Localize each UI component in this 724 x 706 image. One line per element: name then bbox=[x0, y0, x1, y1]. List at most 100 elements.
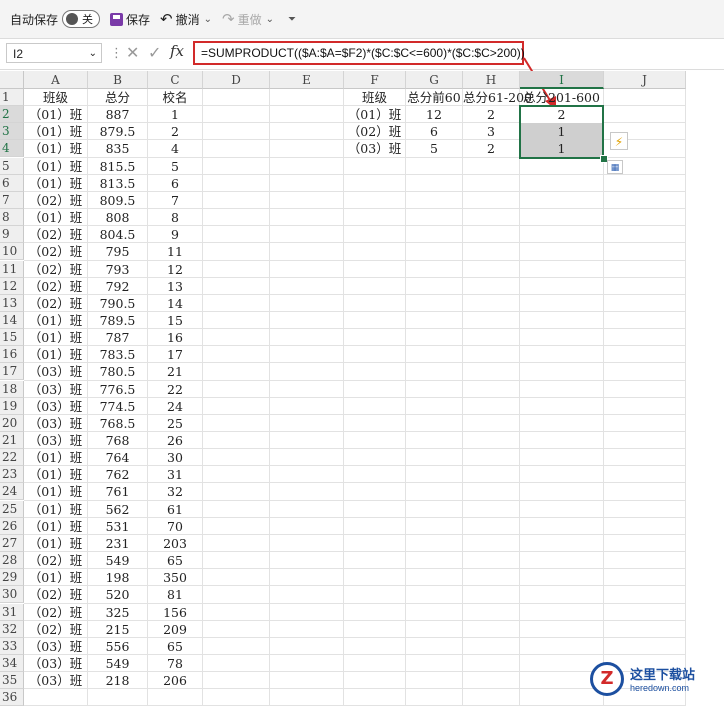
cell-B27[interactable]: 231 bbox=[88, 535, 147, 552]
cell-C5[interactable]: 5 bbox=[148, 158, 202, 175]
cell-B21[interactable]: 768 bbox=[88, 432, 147, 449]
cell-A15[interactable]: （01）班 bbox=[24, 329, 87, 346]
row-header[interactable]: 23 bbox=[0, 466, 24, 484]
cell-G3[interactable]: 6 bbox=[406, 123, 462, 140]
row-header[interactable]: 6 bbox=[0, 174, 24, 192]
cell-A18[interactable]: （03）班 bbox=[24, 381, 87, 398]
cell-A26[interactable]: （01）班 bbox=[24, 518, 87, 535]
cell-A16[interactable]: （01）班 bbox=[24, 346, 87, 363]
cell-B16[interactable]: 783.5 bbox=[88, 346, 147, 363]
cell-H4[interactable]: 2 bbox=[463, 140, 519, 157]
row-header[interactable]: 11 bbox=[0, 260, 24, 278]
cell-A13[interactable]: （02）班 bbox=[24, 295, 87, 312]
cell-F1[interactable]: 班级 bbox=[344, 89, 405, 106]
row-header[interactable]: 15 bbox=[0, 329, 24, 347]
cell-I1[interactable]: 总分201-600 bbox=[520, 89, 603, 106]
row-header[interactable]: 14 bbox=[0, 311, 24, 329]
column-header-A[interactable]: A bbox=[24, 71, 88, 89]
cell-C17[interactable]: 21 bbox=[148, 363, 202, 380]
row-header[interactable]: 10 bbox=[0, 243, 24, 261]
cell-B28[interactable]: 549 bbox=[88, 552, 147, 569]
cell-G1[interactable]: 总分前60 bbox=[406, 89, 462, 106]
cell-B25[interactable]: 562 bbox=[88, 501, 147, 518]
cell-C2[interactable]: 1 bbox=[148, 106, 202, 123]
cell-C29[interactable]: 350 bbox=[148, 569, 202, 586]
cell-C23[interactable]: 31 bbox=[148, 466, 202, 483]
cell-C6[interactable]: 6 bbox=[148, 175, 202, 192]
cell-B31[interactable]: 325 bbox=[88, 604, 147, 621]
cell-I4[interactable]: 1 bbox=[520, 140, 603, 158]
cell-A9[interactable]: （02）班 bbox=[24, 226, 87, 243]
row-header[interactable]: 26 bbox=[0, 517, 24, 535]
row-header[interactable]: 25 bbox=[0, 500, 24, 518]
row-header[interactable]: 33 bbox=[0, 637, 24, 655]
cell-B1[interactable]: 总分 bbox=[88, 89, 147, 106]
cell-C21[interactable]: 26 bbox=[148, 432, 202, 449]
cell-A35[interactable]: （03）班 bbox=[24, 672, 87, 689]
cell-A7[interactable]: （02）班 bbox=[24, 192, 87, 209]
cell-C33[interactable]: 65 bbox=[148, 638, 202, 655]
column-header-E[interactable]: E bbox=[270, 71, 344, 89]
row-header[interactable]: 24 bbox=[0, 483, 24, 501]
row-header[interactable]: 18 bbox=[0, 380, 24, 398]
row-header[interactable]: 17 bbox=[0, 363, 24, 381]
cell-A23[interactable]: （01）班 bbox=[24, 466, 87, 483]
cell-C31[interactable]: 156 bbox=[148, 604, 202, 621]
column-header-D[interactable]: D bbox=[203, 71, 270, 89]
cell-A31[interactable]: （02）班 bbox=[24, 604, 87, 621]
cell-C20[interactable]: 25 bbox=[148, 415, 202, 432]
cell-C24[interactable]: 32 bbox=[148, 483, 202, 500]
row-header[interactable]: 9 bbox=[0, 226, 24, 244]
column-header-G[interactable]: G bbox=[406, 71, 463, 89]
row-header[interactable]: 22 bbox=[0, 449, 24, 467]
row-header[interactable]: 36 bbox=[0, 689, 24, 706]
cell-A3[interactable]: （01）班 bbox=[24, 123, 87, 140]
cell-B26[interactable]: 531 bbox=[88, 518, 147, 535]
cell-H3[interactable]: 3 bbox=[463, 123, 519, 140]
cell-C1[interactable]: 校名 bbox=[148, 89, 202, 106]
row-header[interactable]: 35 bbox=[0, 672, 24, 690]
cell-H2[interactable]: 2 bbox=[463, 106, 519, 123]
cell-B14[interactable]: 789.5 bbox=[88, 312, 147, 329]
cell-B17[interactable]: 780.5 bbox=[88, 363, 147, 380]
cell-C28[interactable]: 65 bbox=[148, 552, 202, 569]
cell-B22[interactable]: 764 bbox=[88, 449, 147, 466]
cell-A33[interactable]: （03）班 bbox=[24, 638, 87, 655]
row-header[interactable]: 4 bbox=[0, 140, 24, 158]
column-header-B[interactable]: B bbox=[88, 71, 148, 89]
cell-A2[interactable]: （01）班 bbox=[24, 106, 87, 123]
row-header[interactable]: 1 bbox=[0, 89, 24, 106]
cell-C7[interactable]: 7 bbox=[148, 192, 202, 209]
cell-C30[interactable]: 81 bbox=[148, 586, 202, 603]
row-header[interactable]: 2 bbox=[0, 106, 24, 124]
cell-A30[interactable]: （02）班 bbox=[24, 586, 87, 603]
cell-G2[interactable]: 12 bbox=[406, 106, 462, 123]
cell-A17[interactable]: （03）班 bbox=[24, 363, 87, 380]
cell-C8[interactable]: 8 bbox=[148, 209, 202, 226]
cell-A10[interactable]: （02）班 bbox=[24, 243, 87, 260]
cell-A22[interactable]: （01）班 bbox=[24, 449, 87, 466]
cell-B12[interactable]: 792 bbox=[88, 278, 147, 295]
cell-C14[interactable]: 15 bbox=[148, 312, 202, 329]
cell-C26[interactable]: 70 bbox=[148, 518, 202, 535]
cell-A1[interactable]: 班级 bbox=[24, 89, 87, 106]
cell-B23[interactable]: 762 bbox=[88, 466, 147, 483]
cell-B29[interactable]: 198 bbox=[88, 569, 147, 586]
cell-B9[interactable]: 804.5 bbox=[88, 226, 147, 243]
cell-A8[interactable]: （01）班 bbox=[24, 209, 87, 226]
cell-C3[interactable]: 2 bbox=[148, 123, 202, 140]
row-header[interactable]: 12 bbox=[0, 277, 24, 295]
row-header[interactable]: 32 bbox=[0, 620, 24, 638]
cell-C34[interactable]: 78 bbox=[148, 655, 202, 672]
row-header[interactable]: 19 bbox=[0, 397, 24, 415]
row-header[interactable]: 7 bbox=[0, 191, 24, 209]
row-header[interactable]: 21 bbox=[0, 432, 24, 449]
cell-B13[interactable]: 790.5 bbox=[88, 295, 147, 312]
cell-A11[interactable]: （02）班 bbox=[24, 261, 87, 278]
cell-C16[interactable]: 17 bbox=[148, 346, 202, 363]
cell-B10[interactable]: 795 bbox=[88, 243, 147, 260]
cell-B8[interactable]: 808 bbox=[88, 209, 147, 226]
cell-A28[interactable]: （02）班 bbox=[24, 552, 87, 569]
cell-A21[interactable]: （03）班 bbox=[24, 432, 87, 449]
cell-B7[interactable]: 809.5 bbox=[88, 192, 147, 209]
